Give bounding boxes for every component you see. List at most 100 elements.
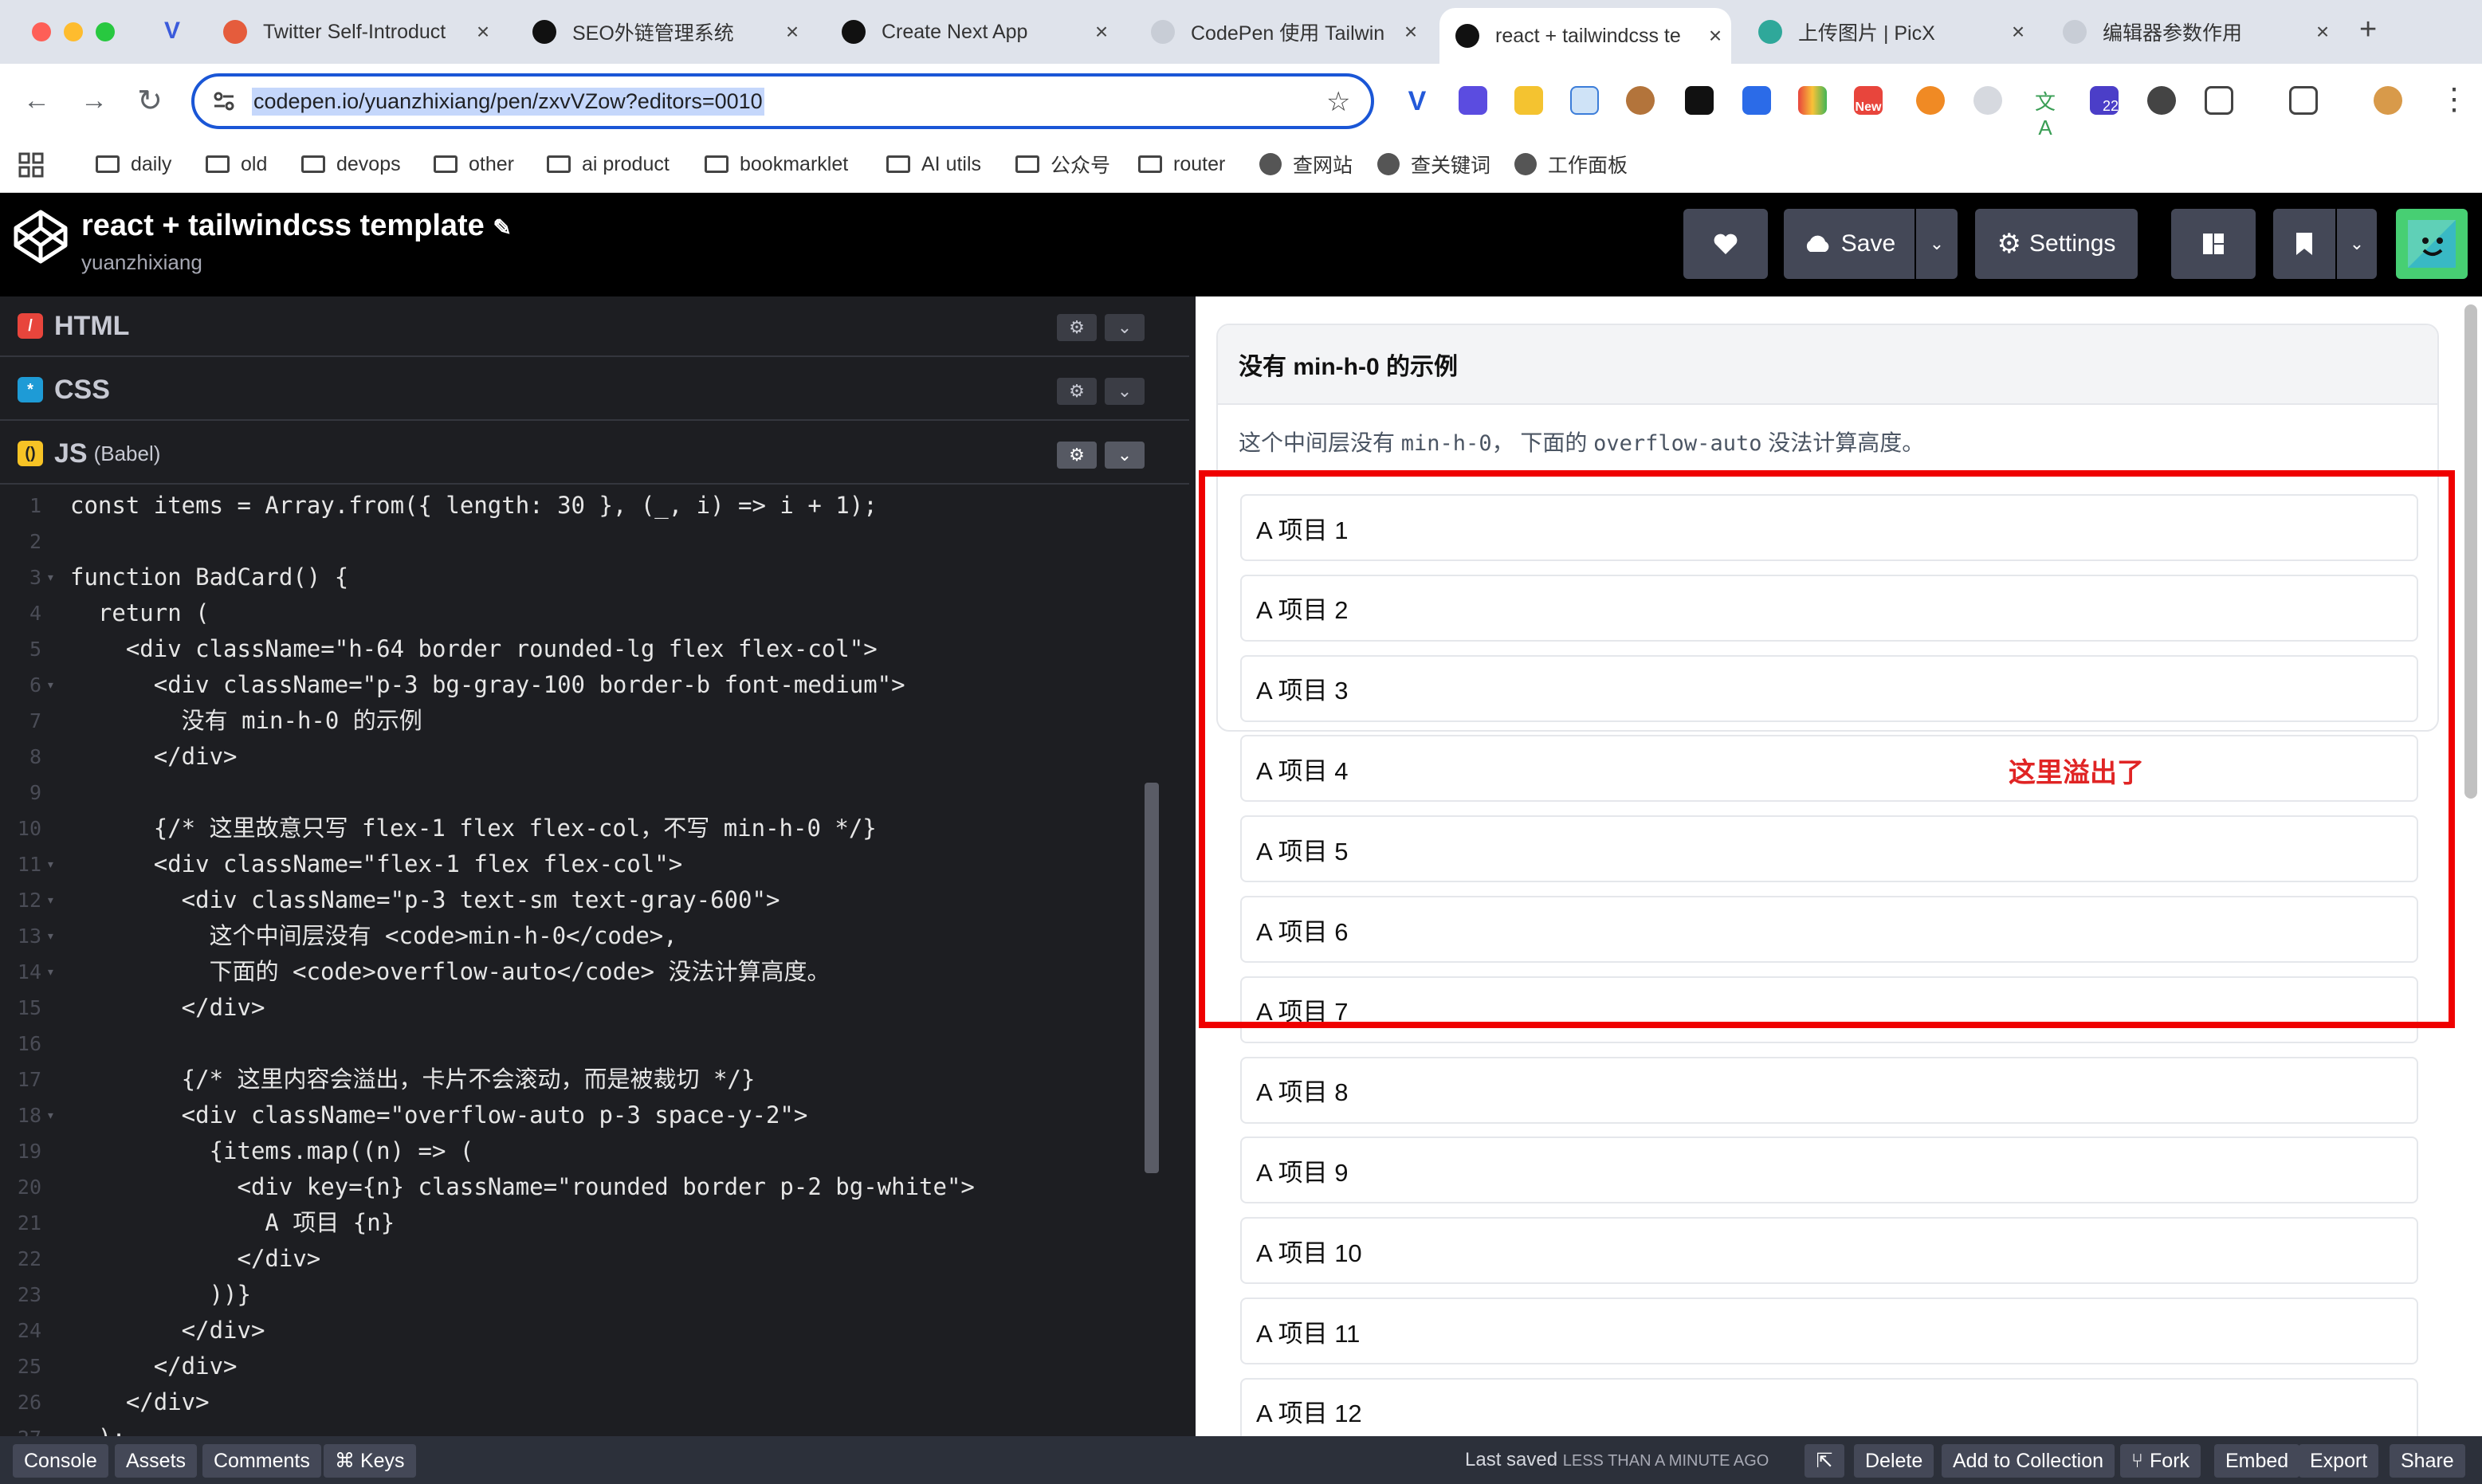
code-line[interactable]: 20 <div key={n} className="rounded borde… (0, 1169, 1148, 1205)
save-options-chevron-icon[interactable]: ⌄ (1916, 209, 1958, 279)
browser-tab[interactable]: 上传图片 | PicX × (1742, 8, 2034, 56)
tab-search-icon[interactable] (2289, 86, 2318, 115)
heart-button[interactable] (1683, 209, 1768, 279)
code-line[interactable]: 6 ▾ <div className="p-3 bg-gray-100 borde… (0, 667, 1148, 703)
bookmark-button[interactable] (2273, 209, 2335, 279)
keys-button[interactable]: ⌘ Keys (324, 1444, 416, 1478)
code-line[interactable]: 13 ▾ 这个中间层没有 <code>min-h-0</code>, (0, 918, 1148, 954)
code-line[interactable]: 8 </div> (0, 739, 1148, 775)
open-external-icon[interactable]: ⇱ (1805, 1444, 1844, 1478)
fold-chevron-icon[interactable]: ▾ (46, 882, 55, 918)
more-menu-icon[interactable]: ⋮ (2439, 81, 2469, 117)
code-line[interactable]: 7 没有 min-h-0 的示例 (0, 703, 1148, 739)
share-button[interactable]: Share (2390, 1444, 2465, 1478)
code-line[interactable]: 12 ▾ <div className="p-3 text-sm text-gra… (0, 882, 1148, 918)
cloud-extension-icon[interactable] (1973, 86, 2002, 115)
puzzle-extensions-icon[interactable] (2205, 86, 2233, 115)
site-settings-icon[interactable] (212, 89, 236, 113)
browser-tab[interactable]: Twitter Self-Introduct × (207, 8, 499, 56)
openai-extension-icon[interactable] (2147, 86, 2176, 115)
code-line[interactable]: 25 </div> (0, 1349, 1148, 1384)
bookmark-item[interactable]: ai product (547, 148, 670, 180)
user-avatar[interactable] (2396, 209, 2468, 279)
code-line[interactable]: 18 ▾ <div className="overflow-auto p-3 sp… (0, 1097, 1148, 1133)
bookmark-item[interactable]: AI utils (886, 148, 981, 180)
fox-extension-icon[interactable] (1916, 86, 1945, 115)
code-line[interactable]: 27 ); (0, 1420, 1148, 1436)
code-line[interactable]: 14 ▾ 下面的 <code>overflow-auto</code> 没法计算高… (0, 954, 1148, 990)
edit-pencil-icon[interactable]: ✎ (493, 215, 511, 240)
preview-scrollbar[interactable] (2464, 304, 2477, 799)
js-pane-header[interactable]: () JS (Babel) ⚙ ⌄ (0, 424, 1189, 485)
save-button[interactable]: Save (1784, 209, 1915, 279)
code-line[interactable]: 23 ))} (0, 1277, 1148, 1313)
console-button[interactable]: Console (13, 1444, 108, 1478)
code-line[interactable]: 5 <div className="h-64 border rounded-lg… (0, 631, 1148, 667)
fold-chevron-icon[interactable]: ▾ (46, 918, 55, 954)
bookmark-item[interactable]: 公众号 (1015, 148, 1110, 180)
close-tab-icon[interactable]: × (2002, 19, 2034, 45)
bookmark-item[interactable]: other (434, 148, 514, 180)
apps-grid-icon[interactable] (18, 151, 45, 179)
browser-tab[interactable]: CodePen 使用 Tailwin × (1135, 8, 1427, 56)
code-line[interactable]: 17 {/* 这里内容会溢出，卡片不会滚动，而是被裁切 */} (0, 1062, 1148, 1097)
close-tab-icon[interactable]: × (776, 19, 808, 45)
assets-button[interactable]: Assets (115, 1444, 198, 1478)
add-to-collection-button[interactable]: Add to Collection (1942, 1444, 2115, 1478)
code-line[interactable]: 11 ▾ <div className="flex-1 flex flex-col… (0, 846, 1148, 882)
back-arrow-icon[interactable]: ← (18, 81, 56, 120)
bookmark-item[interactable]: 查网站 (1259, 148, 1353, 180)
layout-button[interactable] (2171, 209, 2256, 279)
bookmark-item[interactable]: 查关键词 (1377, 148, 1490, 180)
code-line[interactable]: 21 A 项目 {n} (0, 1205, 1148, 1241)
bookmark-item[interactable]: daily (96, 148, 171, 180)
reload-icon[interactable]: ↻ (131, 81, 169, 120)
close-tab-icon[interactable]: × (1395, 19, 1427, 45)
css-settings-icon[interactable]: ⚙ (1057, 378, 1097, 405)
code-line[interactable]: 15 </div> (0, 990, 1148, 1026)
cookie-extension-icon[interactable] (1626, 86, 1655, 115)
browser-tab[interactable]: Create Next App × (826, 8, 1117, 56)
pane-resizer[interactable] (1189, 296, 1196, 1436)
js-settings-icon[interactable]: ⚙ (1057, 442, 1097, 469)
export-button[interactable]: Export (2299, 1444, 2379, 1478)
browser-tab[interactable]: SEO外链管理系统 × (516, 8, 808, 56)
code-line[interactable]: 9 (0, 775, 1148, 811)
folder-extension-icon[interactable] (1514, 86, 1543, 115)
code-line[interactable]: 24 </div> (0, 1313, 1148, 1349)
css-collapse-chevron-icon[interactable]: ⌄ (1105, 378, 1145, 405)
html-collapse-chevron-icon[interactable]: ⌄ (1105, 314, 1145, 341)
pen-title[interactable]: react + tailwindcss template ✎ (81, 209, 512, 243)
settings-button[interactable]: ⚙ Settings (1975, 209, 2138, 279)
fold-chevron-icon[interactable]: ▾ (46, 846, 55, 882)
embed-button[interactable]: Embed (2214, 1444, 2300, 1478)
bookmark-item[interactable]: router (1138, 148, 1225, 180)
close-tab-icon[interactable]: × (1086, 19, 1117, 45)
fold-chevron-icon[interactable]: ▾ (46, 954, 55, 990)
t-extension-icon[interactable] (1798, 86, 1827, 115)
editor-scrollbar[interactable] (1145, 783, 1159, 1173)
v-extension-icon[interactable]: V (1403, 86, 1431, 116)
bookmark-options-chevron-icon[interactable]: ⌄ (2337, 209, 2377, 279)
pen-title-text[interactable]: react + tailwindcss template (81, 209, 485, 242)
delete-button[interactable]: Delete (1854, 1444, 1934, 1478)
close-window-button[interactable] (32, 22, 51, 41)
fork-button[interactable]: ⑂ Fork (2120, 1444, 2201, 1478)
vercel-v-icon[interactable]: V (164, 18, 180, 45)
bookmark-item[interactable]: old (206, 148, 267, 180)
browser-tab[interactable]: 编辑器参数作用 × (2047, 8, 2339, 56)
new-tab-button[interactable]: + (2359, 13, 2377, 47)
code-line[interactable]: 16 (0, 1026, 1148, 1062)
comments-button[interactable]: Comments (202, 1444, 321, 1478)
pen-author[interactable]: yuanzhixiang (81, 250, 202, 275)
fold-chevron-icon[interactable]: ▾ (46, 1097, 55, 1133)
bookmark-item[interactable]: bookmarklet (705, 148, 848, 180)
bookmark-item[interactable]: devops (301, 148, 401, 180)
bookmark-item[interactable]: 工作面板 (1514, 148, 1628, 180)
code-line[interactable]: 2 (0, 524, 1148, 559)
new-extension-icon[interactable]: New (1854, 86, 1883, 115)
code-line[interactable]: 22 </div> (0, 1241, 1148, 1277)
js-collapse-chevron-icon[interactable]: ⌄ (1105, 442, 1145, 469)
maximize-window-button[interactable] (96, 22, 115, 41)
html-pane-header[interactable]: / HTML ⚙ ⌄ (0, 296, 1189, 357)
